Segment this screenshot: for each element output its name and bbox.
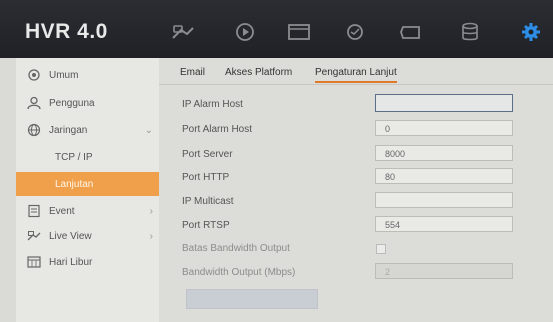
sidebar-item-jaringan[interactable]: Jaringan ⌄	[16, 118, 159, 142]
bandwidth-output-input[interactable]: 2	[375, 263, 513, 279]
tab-akses-platform[interactable]: Akses Platform	[225, 67, 292, 78]
form-row-port-rtsp: Port RTSP 554	[159, 215, 553, 237]
chevron-down-icon: ⌄	[144, 124, 153, 136]
form-row-port-alarm-host: Port Alarm Host 0	[159, 119, 553, 141]
port-http-input[interactable]: 80	[375, 168, 513, 184]
sidebar-item-pengguna[interactable]: Pengguna	[16, 91, 159, 115]
storage-icon[interactable]	[455, 20, 485, 44]
settings-gear-icon[interactable]	[516, 20, 546, 44]
ip-alarm-host-input[interactable]	[375, 94, 513, 112]
sidebar-item-umum[interactable]: Umum	[16, 63, 159, 87]
chevron-right-icon: ›	[149, 205, 153, 217]
field-label: Port Server	[182, 149, 233, 160]
tab-email[interactable]: Email	[180, 67, 205, 78]
field-label: Port Alarm Host	[182, 124, 253, 135]
live-view-camera-icon[interactable]	[168, 20, 198, 44]
field-label: Port HTTP	[182, 172, 230, 183]
form-row-port-server: Port Server 8000	[159, 144, 553, 166]
port-alarm-host-input[interactable]: 0	[375, 120, 513, 136]
sidebar-item-label: Live View	[49, 230, 92, 242]
sidebar-item-live-view[interactable]: Live View ›	[16, 224, 159, 248]
sidebar-item-hari-libur[interactable]: Hari Libur	[16, 250, 159, 274]
settings-sidebar: Umum Pengguna Jaringan ⌄ TCP / IP Lanjut…	[16, 58, 198, 322]
sidebar-item-label: TCP / IP	[55, 151, 93, 163]
chevron-right-icon: ›	[149, 230, 153, 242]
smart-search-icon[interactable]	[340, 20, 370, 44]
sidebar-item-label: Umum	[49, 69, 79, 81]
sidebar-item-label: Hari Libur	[49, 256, 93, 268]
field-label: IP Multicast	[182, 196, 234, 207]
gear-icon	[25, 68, 43, 82]
field-label: IP Alarm Host	[182, 99, 243, 110]
brand-logo: HVR 4.0	[25, 20, 108, 43]
field-label: Batas Bandwidth Output	[182, 243, 290, 254]
form-row-batas-bandwidth: Batas Bandwidth Output	[159, 238, 553, 260]
sidebar-item-label: Lanjutan	[55, 178, 94, 190]
settings-content-panel: Email Akses Platform Pengaturan Lanjut I…	[159, 58, 553, 322]
tab-pengaturan-lanjut[interactable]: Pengaturan Lanjut	[315, 67, 397, 83]
playback-icon[interactable]	[230, 20, 260, 44]
calendar-icon	[25, 255, 43, 269]
form-row-ip-multicast: IP Multicast	[159, 191, 553, 213]
form-row-ip-alarm-host: IP Alarm Host	[159, 94, 553, 116]
field-label: Port RTSP	[182, 220, 230, 231]
event-icon	[25, 204, 43, 218]
sidebar-item-event[interactable]: Event ›	[16, 199, 159, 223]
camera-icon	[25, 229, 43, 243]
form-row-port-http: Port HTTP 80	[159, 167, 553, 189]
event-tag-icon[interactable]	[396, 20, 426, 44]
sidebar-item-label: Jaringan	[49, 124, 88, 136]
port-server-input[interactable]: 8000	[375, 145, 513, 161]
batas-bandwidth-checkbox[interactable]	[376, 244, 386, 254]
tab-bar: Email Akses Platform Pengaturan Lanjut	[159, 58, 553, 85]
port-rtsp-input[interactable]: 554	[375, 216, 513, 232]
form-row-bandwidth-output: Bandwidth Output (Mbps) 2	[159, 262, 553, 284]
user-icon	[25, 96, 43, 110]
sidebar-item-label: Event	[49, 205, 75, 217]
sidebar-item-label: Pengguna	[49, 97, 95, 109]
top-menu-bar: HVR 4.0	[0, 0, 553, 58]
apply-button[interactable]	[186, 289, 318, 309]
nvr-settings-screen: HVR 4.0 Umum Pengguna Jaringan ⌄ TCP / I…	[0, 0, 553, 322]
globe-icon	[25, 123, 43, 137]
field-label: Bandwidth Output (Mbps)	[182, 267, 296, 278]
ip-multicast-input[interactable]	[375, 192, 513, 208]
file-folder-icon[interactable]	[284, 20, 314, 44]
